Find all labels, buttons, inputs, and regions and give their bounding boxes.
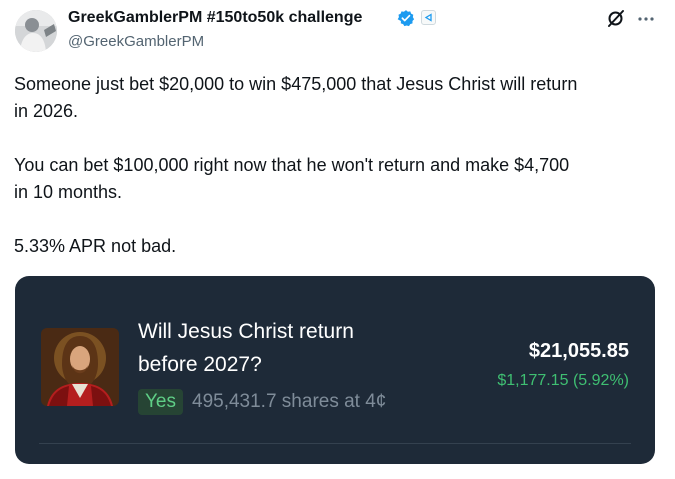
verified-badge-icon[interactable]: [397, 9, 415, 27]
market-question-line: Will Jesus Christ return: [138, 320, 354, 343]
market-image: [41, 328, 119, 406]
market-question[interactable]: Will Jesus Christ return before 2027?: [138, 315, 354, 381]
more-options-icon[interactable]: [637, 10, 655, 28]
grok-icon[interactable]: [606, 8, 626, 28]
tweet-text-line: 5.33% APR not bad.: [14, 236, 177, 256]
author-handle[interactable]: @GreekGamblerPM: [68, 33, 204, 50]
display-name[interactable]: GreekGamblerPM #150to50k challenge: [68, 9, 362, 27]
position-details: Yes 495,431.7 shares at 4¢: [138, 389, 386, 415]
position-change: $1,177.15 (5.92%): [497, 372, 629, 389]
card-divider: [39, 443, 631, 444]
market-position-card[interactable]: Will Jesus Christ return before 2027? Ye…: [15, 276, 655, 464]
shares-text: 495,431.7 shares at 4¢: [192, 391, 387, 412]
tweet-text-line: in 2026.: [14, 101, 79, 121]
avatar[interactable]: [15, 10, 57, 52]
affiliate-badge-icon[interactable]: [421, 10, 436, 25]
market-question-line: before 2027?: [138, 353, 262, 376]
tweet-text-line: Someone just bet $20,000 to win $475,000…: [14, 74, 578, 94]
position-value: $21,055.85: [528, 340, 629, 362]
tweet-text-line: You can bet $100,000 right now that he w…: [14, 155, 570, 175]
tweet-text-line: in 10 months.: [14, 182, 123, 202]
outcome-badge: Yes: [138, 389, 183, 415]
